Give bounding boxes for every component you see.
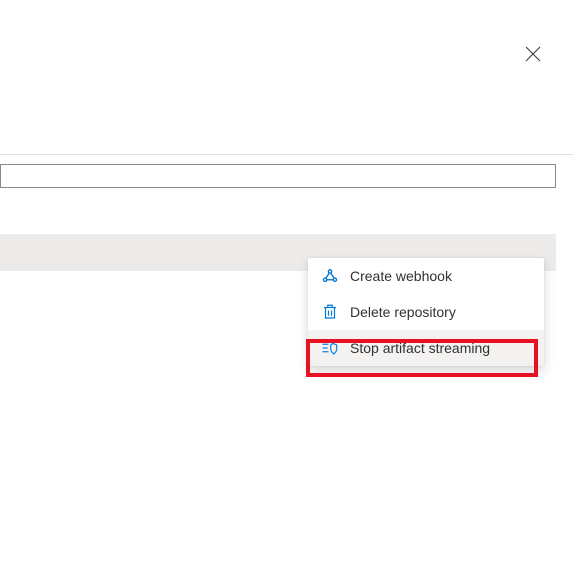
webhook-icon [320, 266, 340, 286]
trash-icon [320, 302, 340, 322]
stream-shield-icon [320, 338, 340, 358]
close-button[interactable] [523, 44, 543, 64]
menu-item-label: Stop artifact streaming [350, 340, 490, 356]
menu-item-create-webhook[interactable]: Create webhook [308, 258, 544, 294]
divider [0, 154, 573, 155]
text-input[interactable] [0, 164, 556, 188]
close-icon [525, 46, 541, 62]
context-menu: Create webhook Delete repository Stop ar… [308, 258, 544, 366]
menu-item-delete-repository[interactable]: Delete repository [308, 294, 544, 330]
menu-item-label: Delete repository [350, 304, 456, 320]
menu-item-stop-artifact-streaming[interactable]: Stop artifact streaming [308, 330, 544, 366]
menu-item-label: Create webhook [350, 268, 452, 284]
